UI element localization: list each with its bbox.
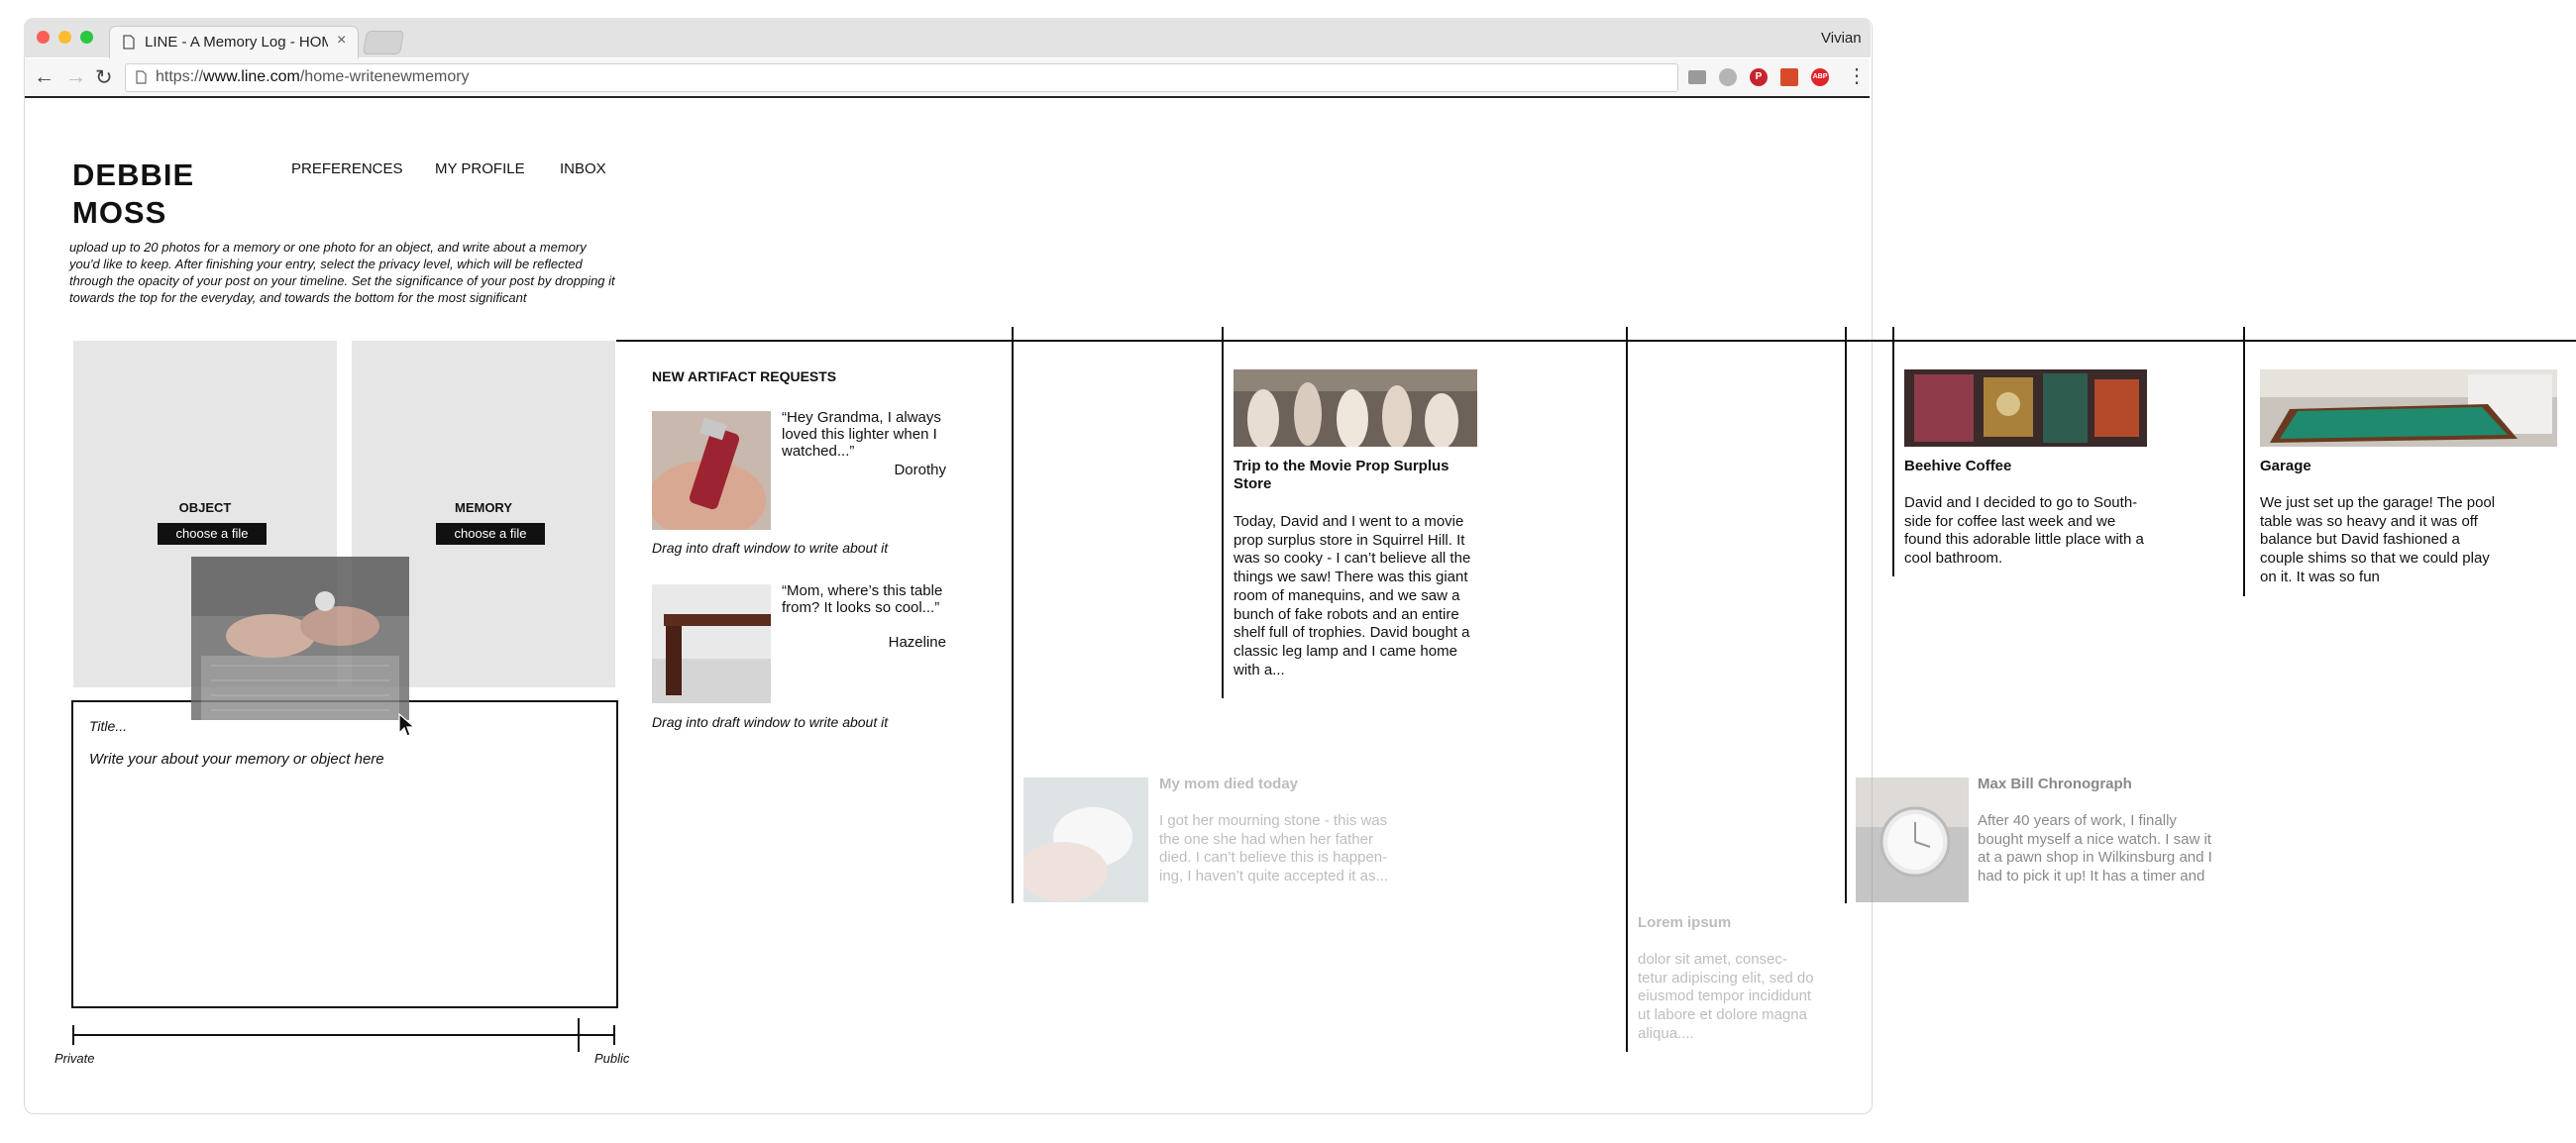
timeline-marker (1222, 327, 1224, 698)
cast-icon[interactable] (1688, 70, 1706, 84)
page-icon (123, 35, 135, 50)
post-title[interactable]: Lorem ipsum (1638, 914, 1816, 932)
request-hint: Drag into draft window to write about it (652, 540, 889, 556)
nav-my-profile[interactable]: MY PROFILE (435, 160, 525, 177)
page-info-icon[interactable] (136, 70, 147, 84)
user-name: DEBBIE MOSS (72, 156, 194, 232)
request-sender: Dorothy (894, 462, 946, 478)
title-input[interactable]: Title... (89, 718, 127, 734)
user-first-name: DEBBIE (72, 157, 195, 192)
public-label: Public (594, 1051, 630, 1066)
mouse-cursor-icon (398, 713, 416, 737)
timeline-axis (616, 340, 2576, 342)
privacy-max-tick (613, 1025, 615, 1045)
cloud-icon[interactable] (1719, 68, 1737, 86)
tab-title: LINE - A Memory Log - HOME (145, 34, 328, 51)
pinterest-icon[interactable]: P (1750, 68, 1768, 86)
forward-icon[interactable]: → (65, 65, 86, 89)
privacy-slider-track[interactable] (72, 1034, 615, 1036)
dragged-photo[interactable] (191, 557, 409, 720)
user-last-name: MOSS (72, 195, 167, 230)
back-icon[interactable]: ← (34, 65, 54, 89)
table-photo[interactable] (652, 584, 771, 703)
beehive-coffee-photo[interactable] (1904, 369, 2147, 447)
nav-inbox[interactable]: INBOX (560, 160, 606, 177)
new-tab-button[interactable] (362, 31, 405, 54)
reload-icon[interactable]: ↻ (95, 65, 113, 90)
object-label: OBJECT (178, 500, 232, 515)
post-text: dolor sit amet, consec-tetur adipiscing … (1638, 951, 1814, 1042)
post-title[interactable]: Garage (2260, 458, 2504, 475)
browser-menu-icon[interactable]: ⋮ (1847, 63, 1867, 88)
lighter-photo[interactable] (652, 411, 771, 530)
artifact-requests-heading: NEW ARTIFACT REQUESTS (652, 368, 837, 384)
privacy-min-tick (72, 1025, 74, 1045)
url-text[interactable]: https://www.line.com/home-writenewmemory (156, 68, 470, 86)
watch-photo[interactable] (1856, 778, 1981, 902)
timeline-marker (1012, 327, 1014, 903)
body-input[interactable]: Write your about your memory or object h… (89, 751, 384, 768)
minimize-window-button[interactable] (58, 31, 71, 44)
timeline-marker (2243, 327, 2245, 596)
mourning-stone-photo[interactable] (1023, 778, 1148, 902)
movie-prop-photo[interactable] (1234, 369, 1477, 447)
timeline-marker (1626, 327, 1628, 1052)
request-hint: Drag into draft window to write about it (652, 714, 889, 730)
timeline-marker (1892, 327, 1894, 576)
post-text: After 40 years of work, I finally bought… (1978, 812, 2212, 885)
timeline-marker (1845, 327, 1847, 903)
memory-choose-file-button[interactable]: choose a file (436, 523, 545, 545)
bookmark-icon[interactable] (1780, 68, 1798, 86)
garage-photo[interactable] (2260, 369, 2557, 447)
post-title[interactable]: Max Bill Chronograph (1978, 776, 2215, 793)
close-tab-icon[interactable]: × (337, 32, 346, 50)
post-text: David and I decided to go to South-side … (1904, 494, 2144, 568)
profile-name[interactable]: Vivian (1821, 30, 1862, 47)
private-label: Private (54, 1051, 95, 1066)
request-sender: Hazeline (888, 634, 946, 651)
post-title[interactable]: Trip to the Movie Prop Surplus Store (1234, 458, 1477, 493)
close-window-button[interactable] (37, 31, 50, 44)
post-text: I got her mourning stone - this was the … (1159, 812, 1388, 885)
adblock-icon[interactable]: ABP (1811, 68, 1829, 86)
post-title[interactable]: Beehive Coffee (1904, 458, 2148, 475)
request-quote: “Hey Grandma, I always loved this lighte… (782, 409, 941, 460)
post-title[interactable]: My mom died today (1159, 776, 1397, 793)
privacy-slider-handle[interactable] (577, 1018, 580, 1052)
request-quote: “Mom, where’s this table from? It looks … (782, 582, 943, 616)
instructions-text: upload up to 20 photos for a memory or o… (69, 240, 615, 305)
nav-preferences[interactable]: PREFERENCES (291, 160, 403, 177)
draft-editor[interactable] (71, 700, 618, 1008)
object-choose-file-button[interactable]: choose a file (158, 523, 267, 545)
memory-label: MEMORY (454, 500, 513, 515)
post-text: We just set up the garage! The pool tabl… (2260, 494, 2496, 585)
post-text: Today, David and I went to a movie prop … (1234, 513, 1471, 678)
maximize-window-button[interactable] (80, 31, 93, 44)
